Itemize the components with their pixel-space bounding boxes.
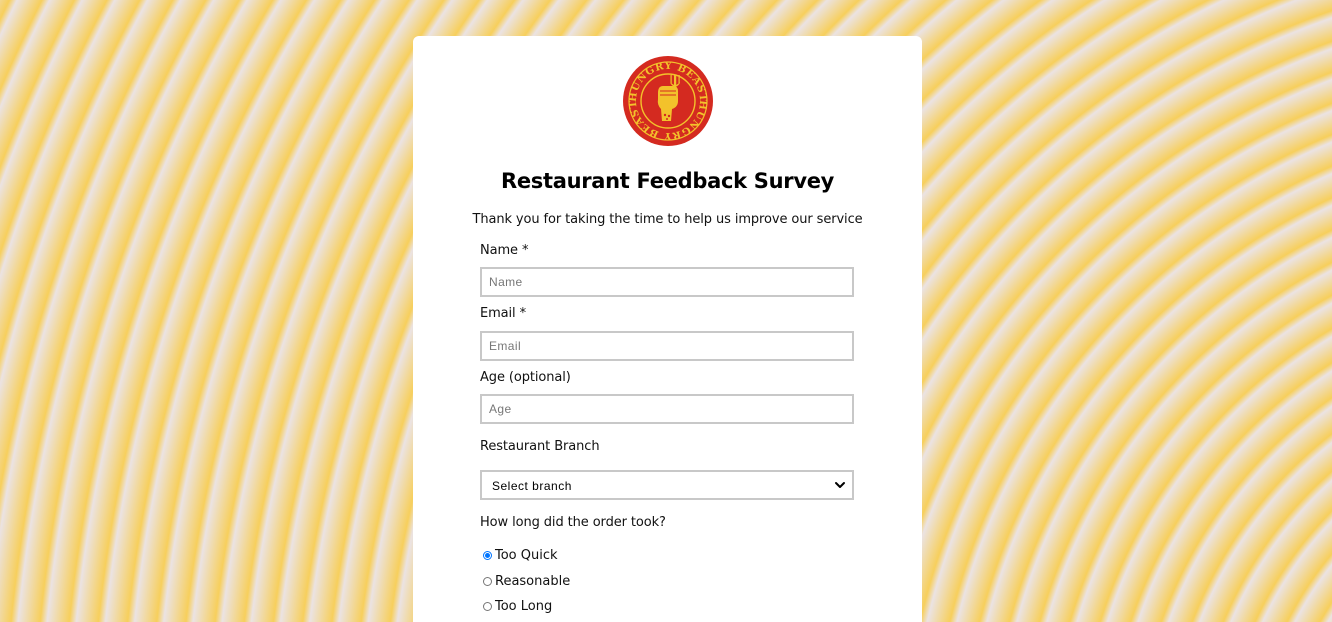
radio-button[interactable] xyxy=(483,601,492,611)
email-label: Email * xyxy=(480,306,526,321)
radio-button[interactable] xyxy=(483,550,492,560)
radio-label: Reasonable xyxy=(495,573,571,589)
survey-subtitle: Thank you for taking the time to help us… xyxy=(472,212,863,227)
radio-label: Too Quick xyxy=(495,547,558,563)
age-input[interactable] xyxy=(480,394,854,424)
survey-card: HUNGRY BEAST HUNGRY BEAST Restaurant Fee… xyxy=(413,36,922,622)
survey-title: Restaurant Feedback Survey xyxy=(500,169,835,193)
radio-option-reasonable[interactable]: Reasonable xyxy=(483,572,570,590)
chevron-down-icon xyxy=(835,482,845,488)
branch-select[interactable]: Select branch xyxy=(480,470,854,500)
name-input[interactable] xyxy=(480,267,854,297)
radio-option-too-long[interactable]: Too Long xyxy=(483,597,552,615)
order-time-question: How long did the order took? xyxy=(480,515,666,530)
hungry-beast-logo: HUNGRY BEAST HUNGRY BEAST xyxy=(623,56,713,146)
radio-label: Too Long xyxy=(495,598,553,614)
name-label: Name * xyxy=(480,243,529,258)
age-label: Age (optional) xyxy=(480,370,571,385)
branch-label: Restaurant Branch xyxy=(480,439,600,454)
email-input[interactable] xyxy=(480,331,854,361)
radio-option-too-quick[interactable]: Too Quick xyxy=(483,546,558,564)
branch-select-value: Select branch xyxy=(492,479,572,493)
radio-button[interactable] xyxy=(483,576,492,586)
